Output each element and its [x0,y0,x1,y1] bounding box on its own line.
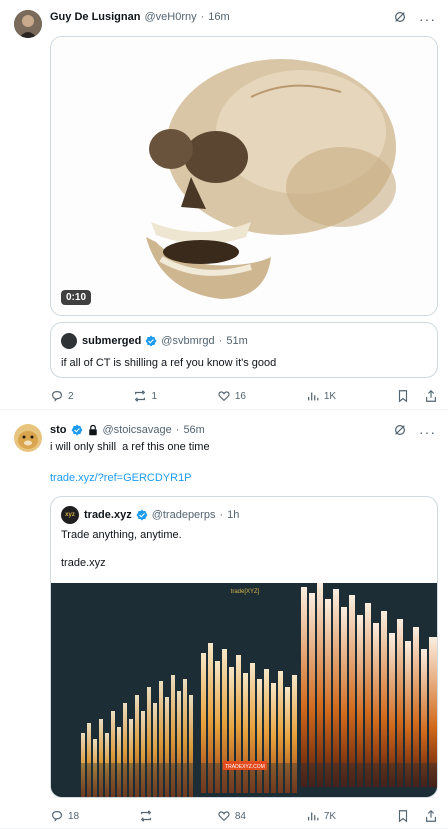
video-player[interactable]: 0:10 [50,36,438,316]
grok-icon[interactable] [393,423,407,440]
avatar[interactable] [14,10,42,38]
like-icon [218,391,230,402]
image-brand: trade[XYZ] [231,589,260,595]
tweet-actions: 2 1 16 1K [50,389,438,403]
quote-text: Trade anything, anytime. [61,529,182,541]
tweet-header: Guy De Lusignan @veH0rny · 16m [50,11,230,23]
author-handle[interactable]: @veH0rny [144,11,196,23]
share-icon[interactable] [424,809,438,823]
views-count: 7K [323,810,337,822]
timestamp[interactable]: 16m [208,11,229,23]
author-name[interactable]: Guy De Lusignan [50,11,140,23]
tweet-text: i will only shill a ref this one time [50,441,210,453]
quoted-tweet[interactable]: xyz trade.xyz @tradeperps · 1h Trade any… [50,496,438,798]
reply-button[interactable]: 18 [50,809,79,823]
more-icon[interactable]: ··· [419,425,436,439]
quote-link-text: trade.xyz [61,557,106,569]
like-count: 16 [234,390,246,402]
reply-icon [52,391,62,402]
repost-button[interactable]: 1 [133,389,157,403]
verified-icon [136,509,148,521]
tweet-1[interactable]: Guy De Lusignan @veH0rny · 16m ··· 0:10 … [0,0,448,410]
reply-icon [52,811,62,822]
repost-count: 1 [151,390,157,402]
views-button[interactable]: 7K [306,809,336,823]
tweet-actions: 18 84 7K [50,809,438,823]
share-icon[interactable] [424,389,438,403]
image-cta: TRADEXYZ.COM [225,764,265,770]
quote-author-name[interactable]: trade.xyz [84,509,132,521]
quote-timestamp[interactable]: 1h [227,509,239,521]
repost-button[interactable] [139,809,157,823]
quote-image[interactable]: trade[XYZ] TRADEXYZ.COM [51,583,437,797]
avatar[interactable] [14,424,42,452]
author-handle[interactable]: @stoicsavage [103,424,172,436]
separator-dot: · [175,424,180,436]
quote-author-name[interactable]: submerged [82,335,141,347]
views-icon [307,392,319,401]
author-name[interactable]: sto [50,424,67,436]
lock-icon [88,424,97,436]
like-button[interactable]: 16 [217,389,246,403]
verified-icon [145,335,157,347]
separator-dot: · [219,509,224,521]
quote-text: if all of CT is shilling a ref you know … [61,357,277,369]
repost-icon [140,810,152,822]
quote-header: submerged @svbmrgd · 51m [82,335,248,347]
quoted-tweet[interactable]: submerged @svbmrgd · 51m if all of CT is… [50,322,438,378]
abstract-bars-image: trade[XYZ] TRADEXYZ.COM [51,583,437,797]
quote-author-handle[interactable]: @tradeperps [152,509,216,521]
tweet-2[interactable]: sto @stoicsavage · 56m ··· i will only s… [0,410,448,829]
tweet-header: sto @stoicsavage · 56m [50,424,205,436]
reply-count: 18 [68,810,80,822]
reply-count: 2 [68,390,74,402]
skull-image [51,37,437,315]
video-duration: 0:10 [61,290,92,305]
more-icon[interactable]: ··· [419,12,436,26]
separator-dot: · [200,11,205,23]
quote-avatar[interactable] [61,333,77,349]
quote-header: trade.xyz @tradeperps · 1h [84,509,239,521]
timestamp[interactable]: 56m [183,424,204,436]
views-count: 1K [323,390,337,402]
repost-icon [135,390,146,402]
views-icon [307,812,319,821]
bookmark-icon[interactable] [396,809,410,823]
reply-button[interactable]: 2 [50,389,74,403]
like-icon [218,811,230,822]
separator-dot: · [218,335,223,347]
like-count: 84 [234,810,246,822]
verified-icon [71,424,82,436]
like-button[interactable]: 84 [217,809,246,823]
quote-avatar[interactable]: xyz [61,506,79,524]
quote-author-handle[interactable]: @svbmrgd [161,335,214,347]
quote-timestamp[interactable]: 51m [226,335,247,347]
bookmark-icon[interactable] [396,389,410,403]
tweet-link[interactable]: trade.xyz/?ref=GERCDYR1P [50,472,192,484]
views-button[interactable]: 1K [306,389,336,403]
grok-icon[interactable] [393,10,407,27]
